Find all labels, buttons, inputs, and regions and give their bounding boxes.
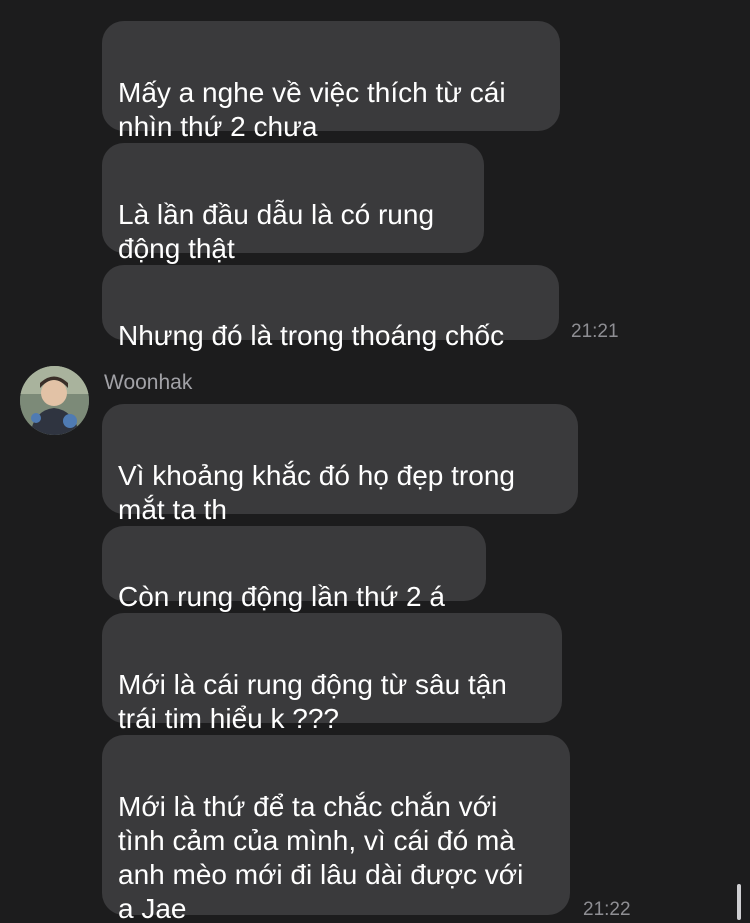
chat-thread[interactable]: Mấy a nghe về việc thích từ cái nhìn thứ… — [0, 0, 750, 923]
message-text: Vì khoảng khắc đó họ đẹp trong mắt ta th — [118, 460, 515, 525]
message-text: Mấy a nghe về việc thích từ cái nhìn thứ… — [118, 77, 506, 142]
message-text: Còn rung động lần thứ 2 á — [118, 581, 445, 612]
sender-name: Woonhak — [104, 371, 193, 394]
message-timestamp: 21:21 — [571, 321, 619, 342]
message-bubble[interactable]: Mấy a nghe về việc thích từ cái nhìn thứ… — [102, 21, 560, 142]
message-bubble[interactable]: Vì khoảng khắc đó họ đẹp trong mắt ta th — [102, 404, 578, 525]
scrollbar[interactable] — [737, 884, 741, 920]
message-bubble[interactable]: Mới là thứ để ta chắc chắn với tình cảm … — [102, 735, 570, 923]
avatar[interactable] — [20, 366, 89, 435]
message-bubble[interactable]: Còn rung động lần thứ 2 á — [102, 526, 486, 612]
message-text: Nhưng đó là trong thoáng chốc — [118, 320, 505, 351]
message-bubble[interactable]: Là lần đầu dẫu là có rung động thật — [102, 143, 484, 264]
profile-photo-icon — [20, 366, 89, 435]
message-text: Mới là cái rung động từ sâu tận trái tim… — [118, 669, 507, 734]
message-text: Là lần đầu dẫu là có rung động thật — [118, 199, 435, 264]
message-timestamp: 21:22 — [583, 899, 631, 920]
message-text: Mới là thứ để ta chắc chắn với tình cảm … — [118, 791, 524, 923]
message-bubble[interactable]: Mới là cái rung động từ sâu tận trái tim… — [102, 613, 562, 734]
message-bubble[interactable]: Nhưng đó là trong thoáng chốc — [102, 265, 559, 351]
